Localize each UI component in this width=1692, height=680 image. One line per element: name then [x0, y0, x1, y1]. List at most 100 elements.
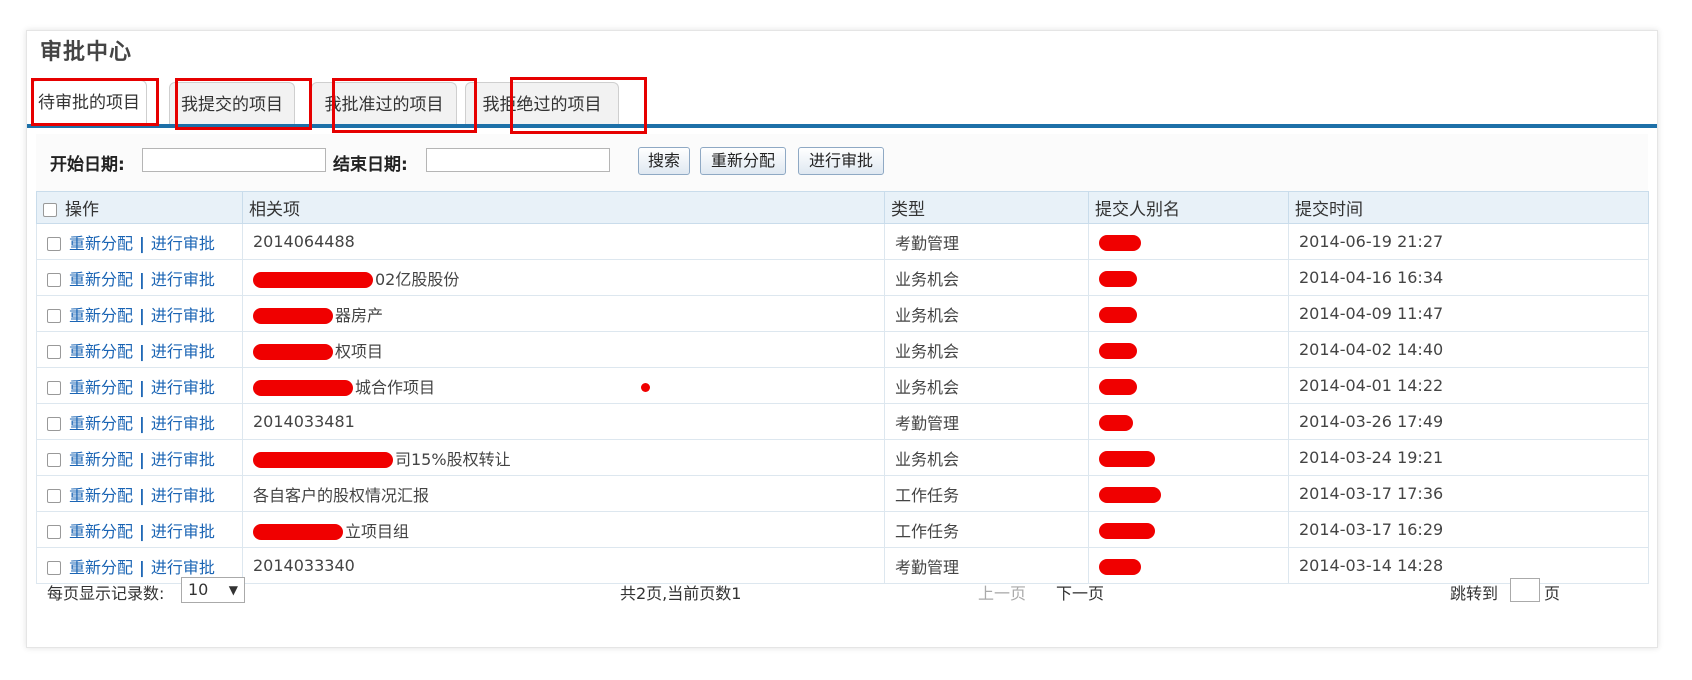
redaction-mark	[1099, 450, 1155, 467]
row-checkbox[interactable]	[47, 417, 61, 431]
item-cell: 权项目	[242, 331, 885, 368]
action-separator: |	[139, 305, 145, 325]
action-separator: |	[139, 341, 145, 361]
row-reassign-link[interactable]: 重新分配	[69, 270, 133, 289]
type-cell: 考勤管理	[884, 403, 1089, 440]
redaction-mark	[1099, 342, 1137, 359]
row-reassign-link[interactable]: 重新分配	[69, 342, 133, 361]
row-checkbox[interactable]	[47, 453, 61, 467]
time-cell: 2014-03-24 19:21	[1288, 439, 1649, 476]
table-row: 重新分配 | 进行审批 立项目组 工作任务 2014-03-17 16:29	[36, 511, 1649, 548]
row-checkbox[interactable]	[47, 309, 61, 323]
action-separator: |	[139, 485, 145, 505]
tab-pending[interactable]: 待审批的项目	[31, 80, 147, 126]
type-cell: 业务机会	[884, 331, 1089, 368]
row-reassign-link[interactable]: 重新分配	[69, 486, 133, 505]
header-item: 相关项	[242, 191, 885, 224]
item-cell: 城合作项目	[242, 367, 885, 404]
row-reassign-link[interactable]: 重新分配	[69, 522, 133, 541]
type-cell: 工作任务	[884, 475, 1089, 512]
row-reassign-link[interactable]: 重新分配	[69, 378, 133, 397]
tab-submitted[interactable]: 我提交的项目	[169, 82, 295, 126]
type-cell: 考勤管理	[884, 223, 1089, 260]
row-reassign-link[interactable]: 重新分配	[69, 450, 133, 469]
submitter-cell	[1088, 223, 1289, 260]
row-checkbox[interactable]	[47, 381, 61, 395]
table-row: 重新分配 | 进行审批 2014033481 考勤管理 2014-03-26 17:49	[36, 403, 1649, 440]
row-checkbox[interactable]	[47, 273, 61, 287]
submitter-cell	[1088, 331, 1289, 368]
table-row: 重新分配 | 进行审批 器房产 业务机会 2014-04-09 11:47	[36, 295, 1649, 332]
redaction-mark	[253, 344, 333, 360]
per-page-select[interactable]: 10 ▼	[181, 577, 245, 603]
redaction-mark	[253, 308, 333, 324]
row-checkbox[interactable]	[47, 561, 61, 575]
tab-approved[interactable]: 我批准过的项目	[311, 82, 457, 126]
row-checkbox[interactable]	[47, 345, 61, 359]
row-approve-link[interactable]: 进行审批	[151, 270, 215, 289]
time-cell: 2014-03-14 14:28	[1288, 547, 1649, 584]
reassign-button[interactable]: 重新分配	[700, 147, 786, 175]
action-separator: |	[139, 413, 145, 433]
row-approve-link[interactable]: 进行审批	[151, 414, 215, 433]
table-row: 重新分配 | 进行审批 司15%股权转让 业务机会 2014-03-24 19:21	[36, 439, 1649, 476]
redaction-mark	[1099, 270, 1137, 287]
redaction-mark	[1099, 306, 1137, 323]
row-checkbox[interactable]	[47, 525, 61, 539]
row-approve-link[interactable]: 进行审批	[151, 450, 215, 469]
action-cell: 重新分配 | 进行审批	[36, 223, 243, 260]
row-approve-link[interactable]: 进行审批	[151, 378, 215, 397]
row-checkbox[interactable]	[47, 489, 61, 503]
table-row: 重新分配 | 进行审批 02亿股股份 业务机会 2014-04-16 16:34	[36, 259, 1649, 296]
row-reassign-link[interactable]: 重新分配	[69, 234, 133, 253]
type-cell: 业务机会	[884, 367, 1089, 404]
submitter-cell	[1088, 259, 1289, 296]
jump-page-input[interactable]	[1510, 578, 1540, 602]
redaction-mark	[1099, 558, 1141, 575]
table-row: 重新分配 | 进行审批 各自客户的股权情况汇报 工作任务 2014-03-17 17:36	[36, 475, 1649, 512]
table-row: 重新分配 | 进行审批 城合作项目 业务机会 2014-04-01 14:22	[36, 367, 1649, 404]
action-cell: 重新分配 | 进行审批	[36, 403, 243, 440]
time-cell: 2014-04-01 14:22	[1288, 367, 1649, 404]
action-separator: |	[139, 449, 145, 469]
redaction-mark	[253, 272, 373, 288]
start-date-input[interactable]	[142, 148, 326, 172]
redaction-mark	[1099, 378, 1137, 395]
row-reassign-link[interactable]: 重新分配	[69, 414, 133, 433]
row-reassign-link[interactable]: 重新分配	[69, 306, 133, 325]
end-date-input[interactable]	[426, 148, 610, 172]
row-approve-link[interactable]: 进行审批	[151, 234, 215, 253]
submitter-cell	[1088, 367, 1289, 404]
action-separator: |	[139, 521, 145, 541]
tab-rejected[interactable]: 我拒绝过的项目	[465, 82, 619, 126]
row-checkbox[interactable]	[47, 237, 61, 251]
per-page-label: 每页显示记录数:	[47, 584, 165, 603]
tab-underline	[27, 124, 1657, 128]
item-cell: 2014064488	[242, 223, 885, 260]
search-button[interactable]: 搜索	[638, 147, 690, 175]
page-title: 审批中心	[40, 40, 133, 65]
row-reassign-link[interactable]: 重新分配	[69, 558, 133, 577]
select-all-checkbox[interactable]	[43, 203, 57, 217]
tab-bar: 待审批的项目 我提交的项目 我批准过的项目 我拒绝过的项目	[27, 80, 1657, 126]
row-approve-link[interactable]: 进行审批	[151, 306, 215, 325]
type-cell: 业务机会	[884, 295, 1089, 332]
approval-table: 操作 相关项 类型 提交人别名 提交时间 重新分配 | 进行审批 2014064488…	[36, 191, 1649, 584]
time-cell: 2014-04-16 16:34	[1288, 259, 1649, 296]
row-approve-link[interactable]: 进行审批	[151, 486, 215, 505]
jump-suffix: 页	[1544, 584, 1561, 603]
time-cell: 2014-03-26 17:49	[1288, 403, 1649, 440]
row-approve-link[interactable]: 进行审批	[151, 558, 215, 577]
action-cell: 重新分配 | 进行审批	[36, 439, 243, 476]
row-approve-link[interactable]: 进行审批	[151, 342, 215, 361]
item-cell: 器房产	[242, 295, 885, 332]
submitter-cell	[1088, 439, 1289, 476]
time-cell: 2014-03-17 17:36	[1288, 475, 1649, 512]
time-cell: 2014-06-19 21:27	[1288, 223, 1649, 260]
approve-button[interactable]: 进行审批	[798, 147, 884, 175]
row-approve-link[interactable]: 进行审批	[151, 522, 215, 541]
table-header-row: 操作 相关项 类型 提交人别名 提交时间	[36, 191, 1649, 224]
action-cell: 重新分配 | 进行审批	[36, 475, 243, 512]
next-page-link[interactable]: 下一页	[1056, 580, 1104, 604]
prev-page-link[interactable]: 上一页	[978, 580, 1026, 604]
